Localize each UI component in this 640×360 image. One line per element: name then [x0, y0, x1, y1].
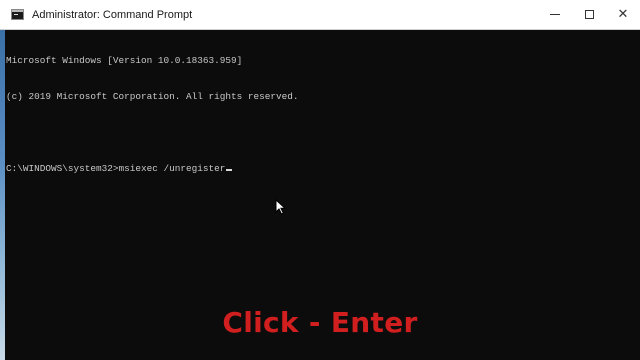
console-command-input[interactable]: msiexec /unregister	[119, 163, 226, 174]
console-output[interactable]: Microsoft Windows [Version 10.0.18363.95…	[6, 31, 634, 199]
window-title: Administrator: Command Prompt	[32, 8, 193, 21]
window-title-bar[interactable]: Administrator: Command Prompt ✕	[0, 0, 640, 30]
window-controls: ✕	[538, 0, 640, 29]
instruction-caption: Click - Enter	[222, 306, 418, 339]
command-prompt-icon[interactable]	[11, 9, 24, 20]
desktop-screen: Administrator: Command Prompt ✕ Microsof…	[0, 0, 640, 360]
minimize-button[interactable]	[538, 0, 572, 29]
console-line-version: Microsoft Windows [Version 10.0.18363.95…	[6, 55, 243, 66]
maximize-icon	[584, 10, 594, 19]
close-icon: ✕	[617, 7, 629, 22]
close-button[interactable]: ✕	[606, 0, 640, 29]
maximize-button[interactable]	[572, 0, 606, 29]
mouse-pointer-icon	[275, 199, 287, 215]
text-cursor	[226, 169, 233, 171]
console-line-copyright: (c) 2019 Microsoft Corporation. All righ…	[6, 91, 299, 102]
console-prompt: C:\WINDOWS\system32>	[6, 163, 119, 174]
console-command-line[interactable]: C:\WINDOWS\system32>msiexec /unregister	[6, 163, 634, 175]
minimize-icon	[550, 14, 560, 15]
